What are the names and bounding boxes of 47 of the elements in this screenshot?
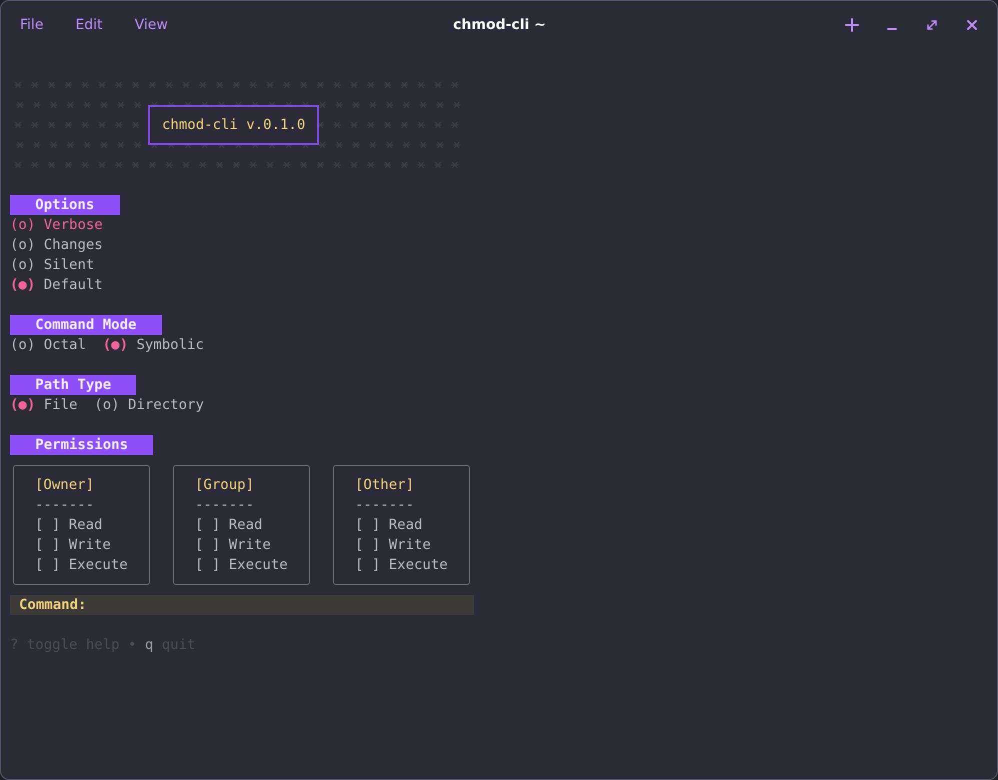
- radio-option[interactable]: (●) Default: [10, 275, 103, 295]
- menu-item[interactable]: Edit: [75, 17, 103, 33]
- section-header: Path Type: [10, 375, 136, 395]
- radio-marker[interactable]: (o): [94, 397, 120, 413]
- menu-item[interactable]: View: [134, 17, 168, 33]
- section-header: Permissions: [10, 435, 154, 455]
- close-icon[interactable]: [965, 18, 979, 32]
- command-bar[interactable]: Command:: [10, 595, 474, 615]
- radio-marker[interactable]: (●): [102, 337, 128, 353]
- checkbox-option[interactable]: [ ] Execute: [35, 555, 128, 575]
- help-text: ?: [10, 636, 18, 655]
- checkbox-option[interactable]: [ ] Read: [195, 515, 262, 535]
- radio-option[interactable]: (o) Directory: [94, 395, 204, 415]
- radio-marker[interactable]: (o): [10, 337, 36, 353]
- radio-marker[interactable]: (o): [10, 217, 36, 233]
- checkbox-option[interactable]: [ ] Execute: [195, 555, 288, 575]
- radio-option[interactable]: (o) Changes: [10, 235, 103, 255]
- section-header: Options: [10, 195, 120, 215]
- radio-marker[interactable]: (o): [10, 257, 36, 273]
- section-header: Command Mode: [10, 315, 162, 335]
- dashed-rule: -------: [195, 496, 254, 515]
- group-title: [Owner]: [35, 476, 94, 495]
- checkbox-option[interactable]: [ ] Read: [35, 515, 102, 535]
- dashed-rule: -------: [355, 496, 414, 515]
- maximize-icon[interactable]: [925, 18, 939, 32]
- checkbox-option[interactable]: [ ] Write: [355, 535, 431, 555]
- checkbox-option[interactable]: [ ] Write: [195, 535, 271, 555]
- radio-option[interactable]: (o) Verbose: [10, 215, 103, 235]
- help-text: q: [144, 636, 154, 655]
- window-title: chmod-cli ~: [453, 17, 546, 33]
- checkbox-option[interactable]: [ ] Read: [355, 515, 422, 535]
- checkbox-option[interactable]: [ ] Write: [35, 535, 111, 555]
- plus-icon[interactable]: [845, 18, 859, 32]
- dashed-rule: -------: [35, 496, 94, 515]
- group-title: [Group]: [195, 476, 254, 495]
- radio-option[interactable]: (o) Silent: [10, 255, 94, 275]
- app-banner: chmod-cli v.0.1.0: [148, 105, 320, 145]
- checkbox-option[interactable]: [ ] Execute: [355, 555, 448, 575]
- radio-option[interactable]: (o) Octal: [10, 335, 86, 355]
- help-text: •: [128, 636, 136, 655]
- radio-marker[interactable]: (●): [10, 277, 36, 293]
- menu-item[interactable]: File: [20, 17, 44, 33]
- radio-option[interactable]: (●) File: [10, 395, 78, 415]
- radio-option[interactable]: (●) Symbolic: [102, 335, 204, 355]
- radio-marker[interactable]: (●): [10, 397, 36, 413]
- group-title: [Other]: [355, 476, 414, 495]
- radio-marker[interactable]: (o): [10, 237, 36, 253]
